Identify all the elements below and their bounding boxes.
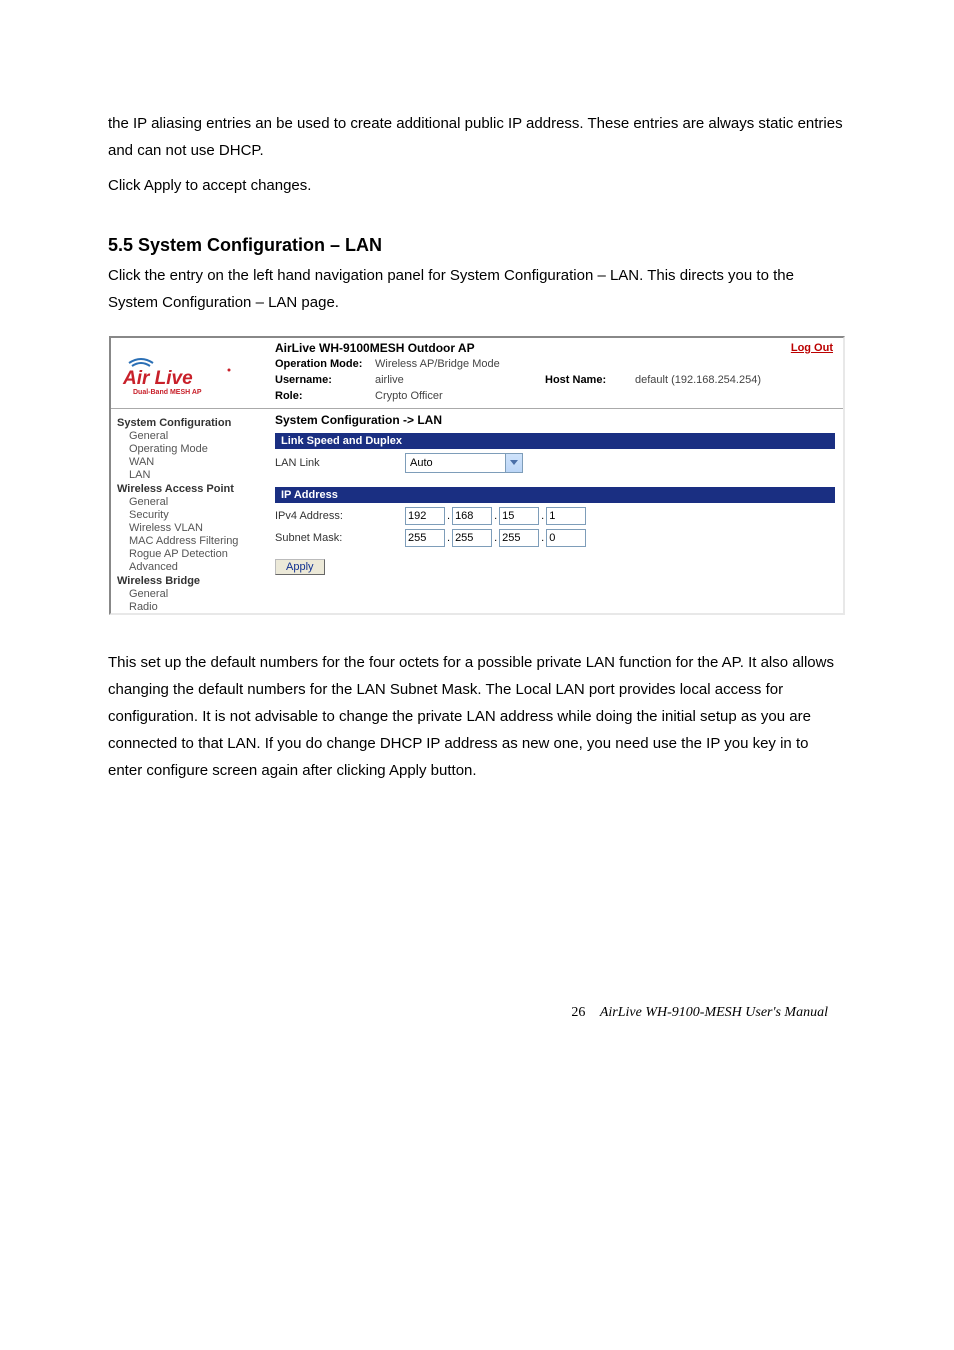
paragraph: the IP aliasing entries an be used to cr… — [108, 110, 846, 164]
ipv4-octet-2[interactable]: 168 — [452, 507, 492, 525]
hostname-value: default (192.168.254.254) — [635, 374, 843, 386]
nav-item[interactable]: General — [117, 430, 265, 442]
ipv4-octet-4[interactable]: 1 — [546, 507, 586, 525]
mask-octet-2[interactable]: 255 — [452, 529, 492, 547]
nav-item[interactable]: MAC Address Filtering — [117, 535, 265, 547]
mask-octet-4[interactable]: 0 — [546, 529, 586, 547]
svg-text:Dual-Band MESH AP: Dual-Band MESH AP — [133, 389, 202, 396]
nav-item[interactable]: LAN — [117, 469, 265, 481]
role-value: Crypto Officer — [375, 390, 545, 402]
paragraph: This set up the default numbers for the … — [108, 649, 846, 784]
nav-item[interactable]: Wireless VLAN — [117, 522, 265, 534]
lan-link-value: Auto — [410, 457, 433, 469]
section-link-speed: Link Speed and Duplex — [275, 433, 835, 449]
nav-item[interactable]: WAN — [117, 456, 265, 468]
svg-text:Air Live: Air Live — [122, 368, 193, 389]
manual-title: AirLive WH-9100-MESH User's Manual — [600, 1005, 828, 1020]
logo: Air Live Dual-Band MESH AP — [111, 338, 275, 409]
op-mode-value: Wireless AP/Bridge Mode — [375, 358, 545, 370]
nav-item[interactable]: Security — [117, 509, 265, 521]
ipv4-octet-1[interactable]: 192 — [405, 507, 445, 525]
mask-label: Subnet Mask: — [275, 532, 405, 544]
ipv4-octet-3[interactable]: 15 — [499, 507, 539, 525]
nav-group-bridge: Wireless Bridge — [117, 575, 265, 587]
section-ip-address: IP Address — [275, 487, 835, 503]
mask-octet-1[interactable]: 255 — [405, 529, 445, 547]
nav-panel: System Configuration General Operating M… — [111, 409, 269, 613]
hostname-label: Host Name: — [545, 374, 635, 386]
config-screenshot: Air Live Dual-Band MESH AP AirLive WH-91… — [109, 336, 845, 615]
page-footer: 26 AirLive WH-9100-MESH User's Manual — [108, 1004, 846, 1021]
username-label: Username: — [275, 374, 375, 386]
lan-link-label: LAN Link — [275, 457, 405, 469]
apply-button[interactable]: Apply — [275, 559, 325, 575]
paragraph: Click Apply to accept changes. — [108, 172, 846, 199]
role-label: Role: — [275, 390, 375, 402]
username-value: airlive — [375, 374, 545, 386]
nav-item[interactable]: Advanced — [117, 561, 265, 573]
nav-item[interactable]: Operating Mode — [117, 443, 265, 455]
nav-item[interactable]: General — [117, 496, 265, 508]
ipv4-label: IPv4 Address: — [275, 510, 405, 522]
lan-link-select[interactable]: Auto — [405, 453, 523, 473]
paragraph: Click the entry on the left hand navigat… — [108, 262, 846, 316]
breadcrumb: System Configuration -> LAN — [275, 413, 835, 427]
mask-octet-3[interactable]: 255 — [499, 529, 539, 547]
nav-group-system: System Configuration — [117, 417, 265, 429]
nav-item[interactable]: Rogue AP Detection — [117, 548, 265, 560]
nav-item[interactable]: General — [117, 588, 265, 600]
chevron-down-icon — [505, 454, 522, 472]
page-number: 26 — [571, 1005, 585, 1020]
nav-group-wap: Wireless Access Point — [117, 483, 265, 495]
op-mode-label: Operation Mode: — [275, 358, 375, 370]
logout-link[interactable]: Log Out — [791, 342, 833, 354]
page-title: AirLive WH-9100MESH Outdoor AP — [275, 338, 475, 358]
section-heading: 5.5 System Configuration – LAN — [108, 235, 846, 256]
nav-item[interactable]: Radio — [117, 601, 265, 613]
